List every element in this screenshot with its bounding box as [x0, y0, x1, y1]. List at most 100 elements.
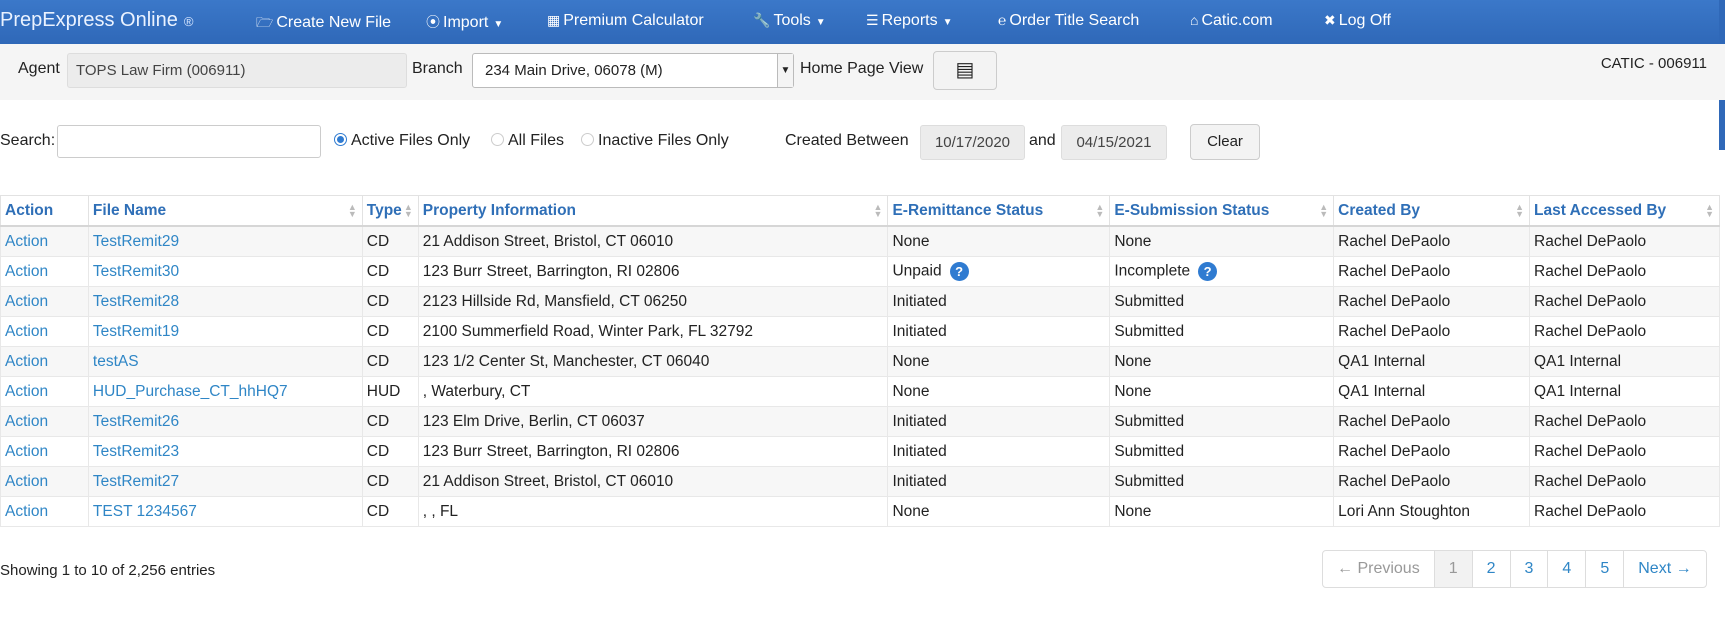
e-submission-status: Submitted [1109, 406, 1335, 437]
action-link[interactable]: Action [0, 376, 89, 407]
cell-text: TestRemit30 [92, 262, 180, 280]
file-name-link[interactable]: HUD_Purchase_CT_hhHQ7 [87, 376, 363, 407]
type-cell: HUD [361, 376, 419, 407]
action-link[interactable]: Action [0, 225, 89, 257]
action-link[interactable]: Action [0, 436, 89, 467]
entries-info: Showing 1 to 10 of 2,256 entries [0, 562, 216, 579]
cell-text: Initiated [892, 412, 947, 430]
search-input[interactable] [57, 125, 321, 158]
e-remittance-status: Initiated [887, 316, 1111, 347]
date-to-field[interactable]: 04/15/2021 [1061, 125, 1167, 160]
help-icon[interactable]: ? [1198, 262, 1218, 281]
radio-all-files-label[interactable]: All Files [508, 132, 564, 150]
created-by-cell: Rachel DePaolo [1333, 286, 1531, 317]
cell-text: QA1 Internal [1534, 382, 1622, 400]
home-page-view-label: Home Page View [800, 60, 924, 77]
cell-text: TestRemit19 [92, 322, 180, 340]
radio-inactive-files-label[interactable]: Inactive Files Only [598, 132, 729, 150]
column-header-property-information[interactable]: Property Information ▲ ▼ [417, 195, 889, 227]
sort-icon: ▲ ▼ [403, 202, 413, 219]
action-link[interactable]: Action [0, 256, 89, 287]
pagination-page-3[interactable]: 3 [1509, 551, 1548, 587]
created-by-cell: Rachel DePaolo [1333, 256, 1531, 287]
radio-active-files[interactable] [334, 133, 347, 146]
action-link[interactable]: Action [0, 286, 89, 317]
brand-name: PrepExpress Online [0, 9, 178, 31]
column-header-e-remittance-status[interactable]: E-Remittance Status ▲ ▼ [887, 195, 1111, 227]
pagination-page-5[interactable]: 5 [1585, 551, 1623, 587]
cell-text: Submitted [1114, 322, 1185, 340]
column-label: Last Accessed By [1534, 201, 1667, 219]
cell-text: Submitted [1114, 442, 1185, 460]
cell-text: 2123 Hillside Rd, Mansfield, CT 06250 [422, 292, 687, 310]
type-cell: CD [361, 286, 419, 317]
pagination-page-4[interactable]: 4 [1547, 551, 1585, 587]
cell-text: QA1 Internal [1338, 352, 1426, 370]
cell-text: 123 Elm Drive, Berlin, CT 06037 [422, 412, 645, 430]
table-header-row: Action File Name ▲ ▼ Type ▲ ▼ Property Infor… [0, 195, 1720, 227]
action-link[interactable]: Action [0, 466, 89, 497]
column-header-action[interactable]: Action [0, 195, 89, 227]
clear-button[interactable]: Clear [1190, 124, 1260, 160]
e-submission-status: None [1109, 376, 1335, 407]
file-name-link[interactable]: TestRemit27 [87, 466, 363, 497]
radio-active-files-label[interactable]: Active Files Only [351, 132, 470, 150]
cell-text: 2100 Summerfield Road, Winter Park, FL 3… [422, 322, 753, 340]
type-cell: CD [361, 496, 419, 527]
help-icon[interactable]: ? [949, 262, 969, 281]
nav-premium-calculator[interactable]: ▦ Premium Calculator [547, 12, 704, 30]
pagination-previous[interactable]: ← Previous [1323, 551, 1434, 587]
last-accessed-by-cell: QA1 Internal [1529, 346, 1720, 377]
created-by-cell: Rachel DePaolo [1333, 466, 1531, 497]
e-remittance-status: Initiated [887, 286, 1111, 317]
branch-select[interactable]: 234 Main Drive, 06078 (M) ▼ [472, 53, 794, 88]
action-link[interactable]: Action [0, 316, 89, 347]
column-header-file-name[interactable]: File Name ▲ ▼ [87, 195, 363, 227]
cell-text: , , FL [422, 502, 459, 520]
file-name-link[interactable]: TEST 1234567 [87, 496, 363, 527]
home-page-view-button[interactable]: ▤ [933, 51, 997, 90]
app-brand[interactable]: PrepExpress Online ® [0, 9, 193, 32]
column-label: File Name [92, 201, 167, 219]
file-name-link[interactable]: testAS [87, 346, 363, 377]
pagination-next[interactable]: Next → [1623, 551, 1705, 587]
list-icon: ☰ [866, 12, 879, 28]
file-name-link[interactable]: TestRemit23 [87, 436, 363, 467]
file-name-link[interactable]: TestRemit30 [87, 256, 363, 287]
action-link[interactable]: Action [0, 346, 89, 377]
nav-import[interactable]: ⦿ Import ▼ [426, 12, 503, 32]
nav-label: Create New File [276, 14, 392, 31]
radio-all-files[interactable] [491, 133, 504, 146]
pagination-page-1[interactable]: 1 [1433, 551, 1472, 587]
cell-text: CD [366, 232, 390, 250]
nav-log-off[interactable]: ✖ Log Off [1324, 12, 1391, 30]
action-link[interactable]: Action [0, 496, 89, 527]
close-icon: ✖ [1324, 12, 1336, 28]
e-remittance-status: Initiated [887, 466, 1111, 497]
sort-icon: ▲ ▼ [1515, 202, 1525, 219]
cell-text: Rachel DePaolo [1338, 322, 1451, 340]
pagination-page-2[interactable]: 2 [1471, 551, 1510, 587]
file-name-link[interactable]: TestRemit28 [87, 286, 363, 317]
radio-inactive-files[interactable] [581, 133, 594, 146]
nav-reports[interactable]: ☰ Reports ▼ [866, 12, 953, 30]
file-name-link[interactable]: TestRemit19 [87, 316, 363, 347]
column-header-created-by[interactable]: Created By ▲ ▼ [1333, 195, 1531, 227]
last-accessed-by-cell: Rachel DePaolo [1529, 286, 1720, 317]
file-name-link[interactable]: TestRemit29 [87, 225, 363, 257]
nav-create-new-file[interactable]: 🗁 Create New File [256, 12, 391, 36]
registered-mark: ® [183, 14, 194, 29]
nav-catic-com[interactable]: ⌂ Catic.com [1190, 12, 1273, 30]
column-header-last-accessed-by[interactable]: Last Accessed By ▲ ▼ [1529, 195, 1720, 227]
column-header-e-submission-status[interactable]: E-Submission Status ▲ ▼ [1109, 195, 1335, 227]
action-link[interactable]: Action [0, 406, 89, 437]
file-name-link[interactable]: TestRemit26 [87, 406, 363, 437]
last-accessed-by-cell: Rachel DePaolo [1529, 466, 1720, 497]
chevron-down-icon: ▼ [493, 19, 504, 30]
nav-order-title-search[interactable]: ℮ Order Title Search [998, 12, 1139, 30]
nav-label: Tools [773, 12, 811, 29]
column-label: E-Remittance Status [892, 201, 1044, 219]
column-header-type[interactable]: Type ▲ ▼ [361, 195, 419, 227]
date-from-field[interactable]: 10/17/2020 [920, 125, 1025, 160]
nav-tools[interactable]: 🔧 Tools ▼ [753, 12, 826, 30]
